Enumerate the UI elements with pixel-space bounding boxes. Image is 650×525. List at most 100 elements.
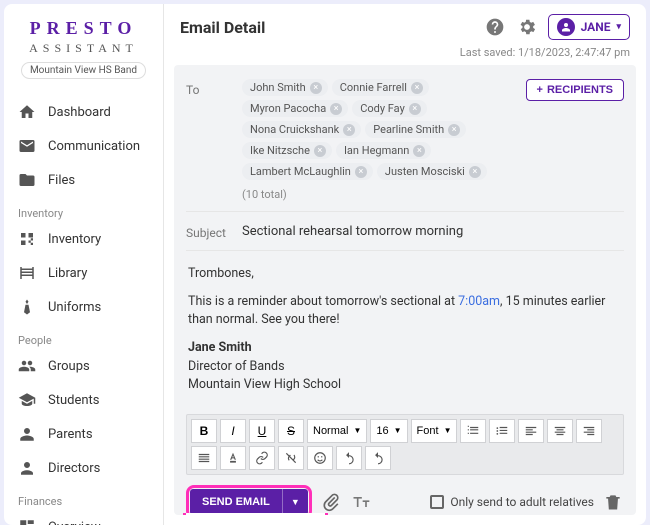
recipient-chip[interactable]: Connie Farrell× — [332, 79, 429, 96]
remove-chip-icon[interactable]: × — [411, 82, 423, 94]
list-ordered-button[interactable] — [460, 419, 486, 443]
remove-chip-icon[interactable]: × — [310, 82, 322, 94]
sidebar: PRESTO ASSISTANT Mountain View HS Band D… — [4, 4, 164, 525]
recipient-chip[interactable]: Nona Cruickshank× — [242, 121, 361, 138]
email-body[interactable]: Trombones, This is a reminder about tomo… — [186, 251, 624, 414]
signature-org: Mountain View High School — [188, 377, 341, 392]
remove-chip-icon[interactable]: × — [314, 145, 326, 157]
nav-finances-overview[interactable]: Overview — [4, 510, 163, 525]
color-button[interactable] — [220, 446, 246, 470]
user-menu[interactable]: JANE ▾ — [548, 14, 630, 40]
remove-chip-icon[interactable]: × — [355, 166, 367, 178]
text-size-button[interactable] — [350, 491, 372, 513]
time-link[interactable]: 7:00am — [458, 294, 500, 309]
emoji-button[interactable] — [307, 446, 333, 470]
body-line: This is a reminder about tomorrow's sect… — [188, 293, 622, 329]
director-icon — [18, 459, 36, 477]
nav-communication[interactable]: Communication — [4, 129, 163, 163]
send-email-button[interactable]: SEND EMAIL — [190, 489, 282, 515]
recipient-chip[interactable]: Lambert McLaughlin× — [242, 163, 373, 180]
remove-chip-icon[interactable]: × — [413, 145, 425, 157]
tie-icon — [18, 298, 36, 316]
section-finances: Finances — [4, 489, 163, 510]
nav-label: Files — [48, 173, 75, 188]
main: Email Detail JANE ▾ Last saved: 1/18/202… — [164, 4, 646, 525]
remove-chip-icon[interactable]: × — [409, 103, 421, 115]
nav-directors[interactable]: Directors — [4, 451, 163, 485]
mail-icon — [18, 137, 36, 155]
remove-chip-icon[interactable]: × — [469, 166, 481, 178]
recipient-chip[interactable]: Justen Mosciski× — [377, 163, 487, 180]
attachment-button[interactable] — [320, 491, 342, 513]
adult-only-checkbox[interactable]: Only send to adult relatives — [430, 495, 594, 509]
nav-uniforms[interactable]: Uniforms — [4, 290, 163, 324]
nav-inventory[interactable]: Inventory — [4, 222, 163, 256]
nav-label: Parents — [48, 427, 93, 442]
nav-students[interactable]: Students — [4, 383, 163, 417]
style-select[interactable]: Normal▼ — [307, 419, 367, 443]
remove-chip-icon[interactable]: × — [343, 124, 355, 136]
recipient-chips: John Smith× Connie Farrell× Myron Pacoch… — [242, 79, 516, 201]
bold-button[interactable]: B — [191, 419, 217, 443]
to-label: To — [186, 79, 232, 97]
page-title: Email Detail — [180, 18, 474, 37]
recipient-chip[interactable]: Pearline Smith× — [365, 121, 466, 138]
unlink-button[interactable] — [278, 446, 304, 470]
align-right-button[interactable] — [576, 419, 602, 443]
strike-button[interactable]: S — [278, 419, 304, 443]
section-inventory: Inventory — [4, 201, 163, 222]
nav-label: Library — [48, 266, 87, 281]
nav-library[interactable]: Library — [4, 256, 163, 290]
remove-chip-icon[interactable]: × — [330, 103, 342, 115]
parents-icon — [18, 425, 36, 443]
logo-line2: ASSISTANT — [14, 41, 153, 56]
link-button[interactable] — [249, 446, 275, 470]
delete-button[interactable] — [602, 491, 624, 513]
recipient-total: (10 total) — [242, 184, 516, 201]
recipient-chip[interactable]: Ian Hegmann× — [336, 142, 431, 159]
recipient-chip[interactable]: Cody Fay× — [352, 100, 427, 117]
editor-toolbar: B I U S Normal▼ 16▼ Font▼ — [186, 414, 624, 475]
send-split-wrap: SEND EMAIL ▼ — [186, 485, 312, 515]
nav-dashboard[interactable]: Dashboard — [4, 95, 163, 129]
folder-icon — [18, 171, 36, 189]
nav-label: Groups — [48, 359, 90, 374]
nav-files[interactable]: Files — [4, 163, 163, 197]
schedule-send-menu-item[interactable]: Schedule Send — [183, 513, 328, 515]
remove-chip-icon[interactable]: × — [448, 124, 460, 136]
help-icon[interactable] — [484, 16, 506, 38]
list-bullet-button[interactable] — [489, 419, 515, 443]
size-select[interactable]: 16▼ — [370, 419, 407, 443]
subject-input[interactable]: Sectional rehearsal tomorrow morning — [242, 224, 463, 239]
logo: PRESTO ASSISTANT Mountain View HS Band — [4, 4, 163, 95]
nav-label: Communication — [48, 139, 140, 154]
groups-icon — [18, 357, 36, 375]
gear-icon[interactable] — [516, 16, 538, 38]
signature-name: Jane Smith — [188, 340, 252, 355]
nav-label: Uniforms — [48, 300, 101, 315]
redo-button[interactable] — [365, 446, 391, 470]
recipient-chip[interactable]: John Smith× — [242, 79, 328, 96]
undo-button[interactable] — [336, 446, 362, 470]
recipient-chip[interactable]: Ike Nitzsche× — [242, 142, 332, 159]
align-center-button[interactable] — [547, 419, 573, 443]
underline-button[interactable]: U — [249, 419, 275, 443]
send-dropdown-button[interactable]: ▼ — [282, 489, 308, 515]
header: Email Detail JANE ▾ — [164, 4, 646, 46]
nav-label: Dashboard — [48, 105, 111, 120]
section-people: People — [4, 328, 163, 349]
font-select[interactable]: Font▼ — [411, 419, 458, 443]
align-justify-button[interactable] — [191, 446, 217, 470]
add-recipients-button[interactable]: +RECIPIENTS — [526, 79, 624, 101]
adult-only-label: Only send to adult relatives — [450, 495, 594, 509]
checkbox-icon — [430, 495, 444, 509]
plus-icon: + — [537, 84, 543, 96]
recipient-chip[interactable]: Myron Pacocha× — [242, 100, 348, 117]
align-left-button[interactable] — [518, 419, 544, 443]
caret-icon: ▼ — [444, 426, 452, 435]
nav-parents[interactable]: Parents — [4, 417, 163, 451]
caret-icon: ▼ — [353, 426, 361, 435]
italic-button[interactable]: I — [220, 419, 246, 443]
to-row: To John Smith× Connie Farrell× Myron Pac… — [186, 75, 624, 212]
nav-groups[interactable]: Groups — [4, 349, 163, 383]
